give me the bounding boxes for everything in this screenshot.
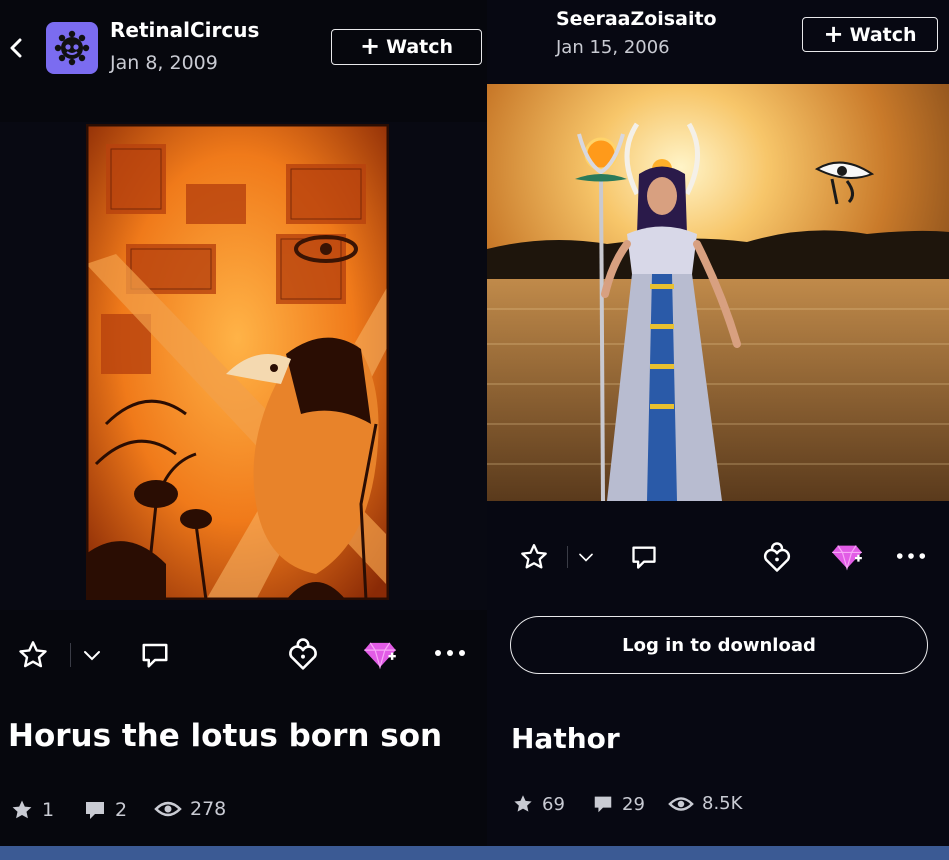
star-icon [19,641,47,668]
comment-icon [632,546,656,569]
favorites-stat: 1 [10,798,54,822]
back-icon [10,38,22,58]
post-date: Jan 15, 2006 [556,37,670,58]
favorite-options-button[interactable] [78,640,106,670]
post-date: Jan 8, 2009 [110,52,218,74]
gem-icon [364,642,396,670]
chevron-down-icon [84,651,100,661]
favorites-count: 1 [42,799,55,821]
comments-stat: 29 [592,793,645,815]
favorite-button[interactable] [516,539,552,575]
views-count: 278 [190,798,227,820]
post-title: Hathor [511,722,620,755]
right-post-panel: SeeraaZoisaito Jan 15, 2006 + Watch Log … [487,0,949,846]
support-button[interactable] [284,634,322,674]
gift-core-button[interactable] [828,540,866,574]
heart-lock-icon [763,542,791,572]
eye-icon [154,801,182,817]
watch-label: Watch [386,36,454,58]
bottom-bar [0,846,949,860]
author-name[interactable]: SeeraaZoisaito [556,8,717,30]
eye-icon [668,796,694,811]
comment-button[interactable] [136,636,174,674]
watch-button[interactable]: + Watch [331,29,482,65]
more-button[interactable] [893,542,929,570]
comments-count: 2 [115,799,128,821]
comment-button[interactable] [626,539,662,575]
comments-stat: 2 [83,798,127,822]
plus-icon: + [823,19,844,48]
chevron-down-icon [579,553,593,562]
login-to-download-button[interactable]: Log in to download [510,616,928,674]
watch-button[interactable]: + Watch [802,17,938,52]
star-icon [514,795,532,812]
views-stat: 278 [154,798,226,820]
comment-icon [142,643,168,668]
back-button[interactable] [6,36,26,60]
author-name[interactable]: RetinalCircus [110,18,259,42]
more-button[interactable] [430,638,470,668]
post-title: Horus the lotus born son [8,718,443,754]
left-post-panel: RetinalCircus Jan 8, 2009 + Watch Horus … [0,0,487,846]
favorite-button[interactable] [14,636,52,674]
gem-icon [832,545,862,571]
star-icon [521,544,547,569]
star-icon [12,800,32,819]
avatar-creature-icon [54,30,90,66]
avatar[interactable] [46,22,98,74]
watch-label: Watch [849,23,917,46]
favorites-count: 69 [542,793,565,815]
more-icon [435,650,465,656]
views-stat: 8.5K [668,793,742,814]
comment-icon [86,802,104,819]
comment-icon [594,796,612,813]
favorite-options-button[interactable] [573,543,599,571]
action-divider [70,643,71,667]
artwork-hathor[interactable] [487,84,949,501]
heart-lock-icon [289,638,317,670]
gift-core-button[interactable] [360,636,400,674]
comments-count: 29 [622,793,645,815]
plus-icon: + [359,32,381,60]
action-divider [567,546,568,568]
favorites-stat: 69 [512,793,565,815]
more-icon [896,553,926,559]
support-button[interactable] [759,538,795,576]
views-count: 8.5K [702,793,743,814]
artwork-horus[interactable] [86,124,389,600]
